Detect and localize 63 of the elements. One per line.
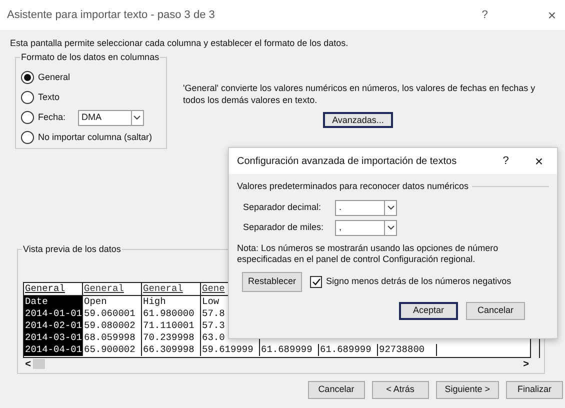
wizard-button[interactable]: < Atrás [372, 381, 429, 399]
close-button[interactable]: × [534, 150, 543, 172]
wizard-button[interactable]: Finalizar [506, 381, 563, 399]
wizard-button[interactable]: Siguiente > [436, 381, 499, 399]
separator-dropdown[interactable]: , [335, 220, 397, 236]
group-title: Vista previa de los datos [22, 243, 122, 256]
radio-button[interactable] [21, 91, 34, 104]
table-cell: 61.980000 [142, 308, 201, 320]
chevron-down-icon [133, 114, 142, 120]
radio-label: Texto [38, 90, 60, 104]
advanced-button[interactable]: Avanzadas... [323, 112, 393, 128]
checkbox[interactable] [310, 276, 322, 288]
help-button[interactable]: ? [482, 6, 488, 24]
table-cell: 92738800 [378, 344, 437, 356]
column-header[interactable]: General [142, 283, 201, 295]
radio-button[interactable] [21, 131, 34, 144]
date-format-dropdown[interactable]: DMA [78, 110, 144, 126]
dialog-title: Configuración avanzada de importación de textos [237, 154, 458, 168]
instruction-text: Esta pantalla permite seleccionar cada columna y establecer el formato de los datos. [10, 37, 350, 50]
field-label: Separador decimal: [243, 200, 322, 214]
column-header[interactable]: General [24, 283, 83, 295]
radio-button[interactable] [21, 111, 34, 124]
field-label: Separador de miles: [243, 220, 325, 234]
chevron-down-icon [386, 224, 394, 230]
table-cell: High [142, 296, 201, 308]
close-button[interactable]: × [548, 4, 556, 26]
group-title: Valores predeterminados para reconocer datos numéricos [237, 180, 468, 193]
table-cell: 2014-03-01 [24, 332, 83, 344]
table-cell: Date [24, 296, 83, 308]
table-cell: 2014-04-01 [24, 344, 83, 356]
window-title: Asistente para importar texto - paso 3 de 3 [7, 8, 216, 23]
table-cell: 71.110001 [142, 320, 201, 332]
table-cell: 65.900002 [83, 344, 142, 356]
scroll-left-button[interactable]: < [23, 356, 33, 372]
table-cell: Open [83, 296, 142, 308]
wizard-button[interactable]: Cancelar [308, 381, 365, 399]
table-cell: 59.060001 [83, 308, 142, 320]
radio-label: No importar columna (saltar) [38, 130, 152, 144]
table-cell: 2014-02-01 [24, 320, 83, 332]
radio-label: Fecha: [38, 110, 66, 124]
radio-label: General [38, 70, 70, 84]
note-text: Nota: Los números se mostrarán usando las opciones de número especificadas en el panel de control Configuración regional. [237, 242, 500, 264]
radio-button[interactable] [21, 71, 34, 84]
table-cell: 61.689999 [319, 344, 378, 356]
dialog-button[interactable]: Cancelar [466, 302, 525, 320]
table-cell: 68.059998 [83, 332, 142, 344]
chevron-down-icon [386, 204, 394, 210]
table-cell: 70.239998 [142, 332, 201, 344]
help-button[interactable]: ? [502, 152, 509, 170]
dialog-button[interactable]: Aceptar [399, 302, 458, 320]
table-cell: 59.080002 [83, 320, 142, 332]
table-cell: 61.689999 [260, 344, 319, 356]
scroll-right-button[interactable]: > [521, 356, 531, 372]
separator-dropdown[interactable]: . [335, 200, 397, 216]
table-cell: 59.619999 [201, 344, 260, 356]
table-cell: 2014-01-01 [24, 308, 83, 320]
check-icon [312, 278, 321, 286]
table-cell: 66.309998 [142, 344, 201, 356]
description-text: 'General' convierte los valores numéricos en números, los valores de fechas en fechas y todos los demás valores en texto. [183, 82, 536, 106]
scrollbar-thumb[interactable] [33, 359, 45, 369]
column-header[interactable]: General [83, 283, 142, 295]
reset-button[interactable]: Restablecer [242, 272, 302, 292]
checkbox-label: Signo menos detrás de los números negativos [326, 274, 512, 288]
